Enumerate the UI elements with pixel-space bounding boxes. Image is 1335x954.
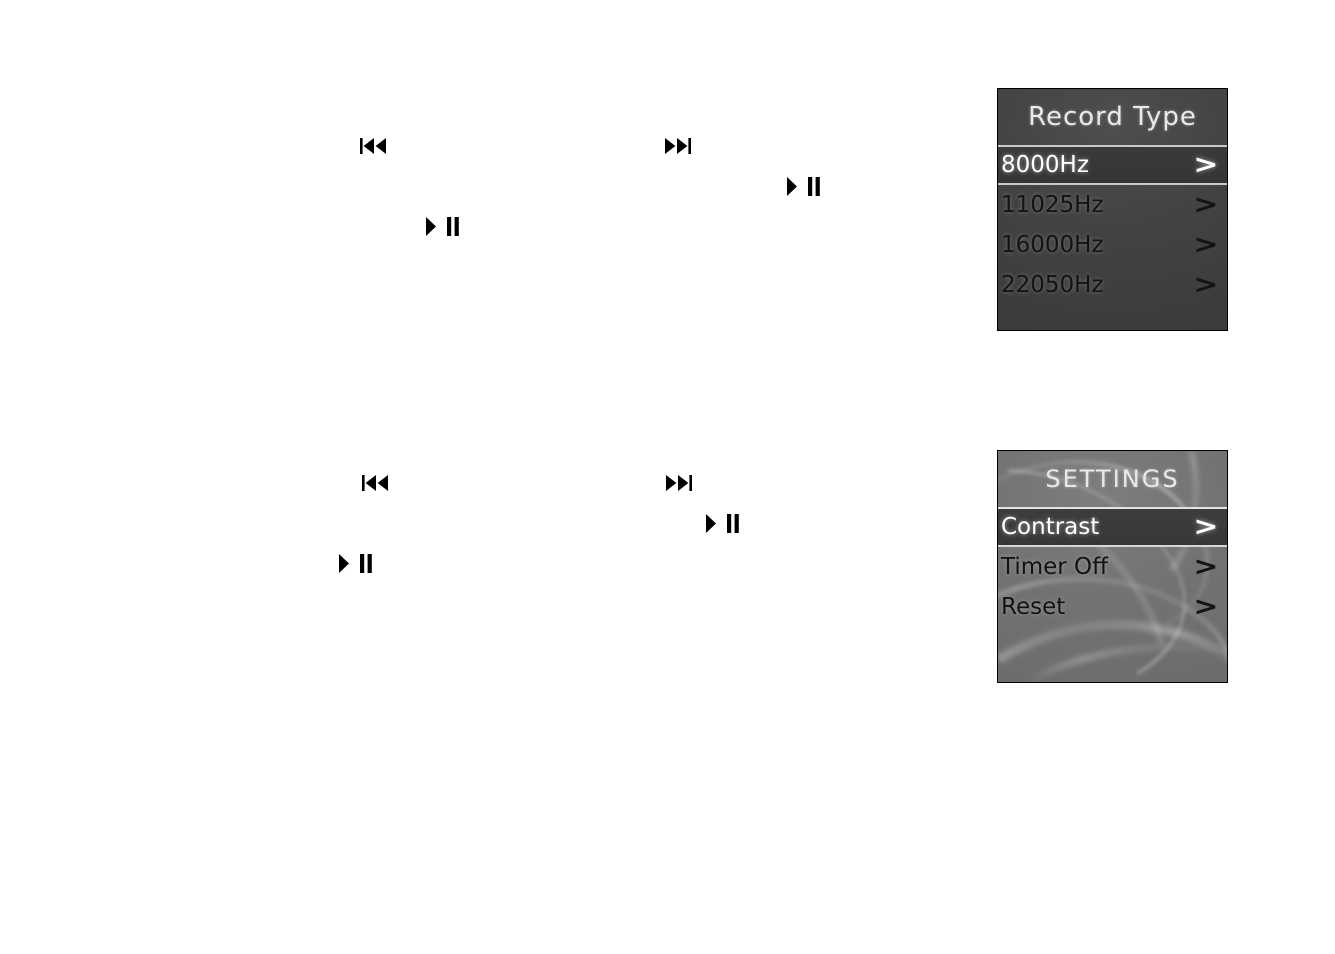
settings-item-label: Timer Off bbox=[1001, 554, 1109, 580]
settings-item-label: Reset bbox=[1001, 594, 1066, 620]
settings-screen: SETTINGS Contrast > Timer Off > Reset > bbox=[997, 450, 1228, 683]
record-type-item-1[interactable]: 11025Hz > bbox=[998, 185, 1227, 225]
chevron-right-icon: > bbox=[1193, 190, 1219, 220]
record-type-menu-list: 8000Hz >11025Hz >16000Hz >22050Hz > bbox=[998, 145, 1227, 305]
record-type-screen: Record Type 8000Hz >11025Hz >16000Hz >22050… bbox=[997, 88, 1228, 331]
document-page: Record Type 8000Hz >11025Hz >16000Hz >22050… bbox=[0, 0, 1335, 954]
previous-track-icon bbox=[362, 473, 390, 493]
next-track-icon bbox=[665, 136, 693, 156]
record-type-title: Record Type bbox=[1028, 102, 1197, 132]
record-type-item-label: 8000Hz bbox=[1001, 152, 1089, 178]
record-type-item-2[interactable]: 16000Hz > bbox=[998, 225, 1227, 265]
play-pause-icon bbox=[338, 554, 373, 573]
record-type-item-0[interactable]: 8000Hz > bbox=[998, 145, 1227, 185]
play-pause-icon bbox=[425, 217, 460, 236]
chevron-right-icon: > bbox=[1193, 552, 1219, 582]
next-track-icon bbox=[666, 473, 694, 493]
settings-item-0[interactable]: Contrast > bbox=[998, 507, 1227, 547]
play-pause-icon bbox=[705, 514, 740, 533]
play-pause-icon bbox=[786, 177, 821, 196]
record-type-item-label: 16000Hz bbox=[1001, 232, 1104, 258]
record-type-item-label: 11025Hz bbox=[1001, 192, 1104, 218]
previous-track-icon bbox=[360, 136, 388, 156]
record-type-item-label: 22050Hz bbox=[1001, 272, 1104, 298]
chevron-right-icon: > bbox=[1193, 270, 1219, 300]
chevron-right-icon: > bbox=[1193, 230, 1219, 260]
settings-item-label: Contrast bbox=[1001, 514, 1100, 540]
settings-menu-list: Contrast > Timer Off > Reset > bbox=[998, 507, 1227, 627]
settings-title: SETTINGS bbox=[1045, 465, 1180, 493]
settings-item-2[interactable]: Reset > bbox=[998, 587, 1227, 627]
settings-item-1[interactable]: Timer Off > bbox=[998, 547, 1227, 587]
chevron-right-icon: > bbox=[1193, 512, 1219, 542]
chevron-right-icon: > bbox=[1193, 592, 1219, 622]
record-type-item-3[interactable]: 22050Hz > bbox=[998, 265, 1227, 305]
chevron-right-icon: > bbox=[1193, 150, 1219, 180]
